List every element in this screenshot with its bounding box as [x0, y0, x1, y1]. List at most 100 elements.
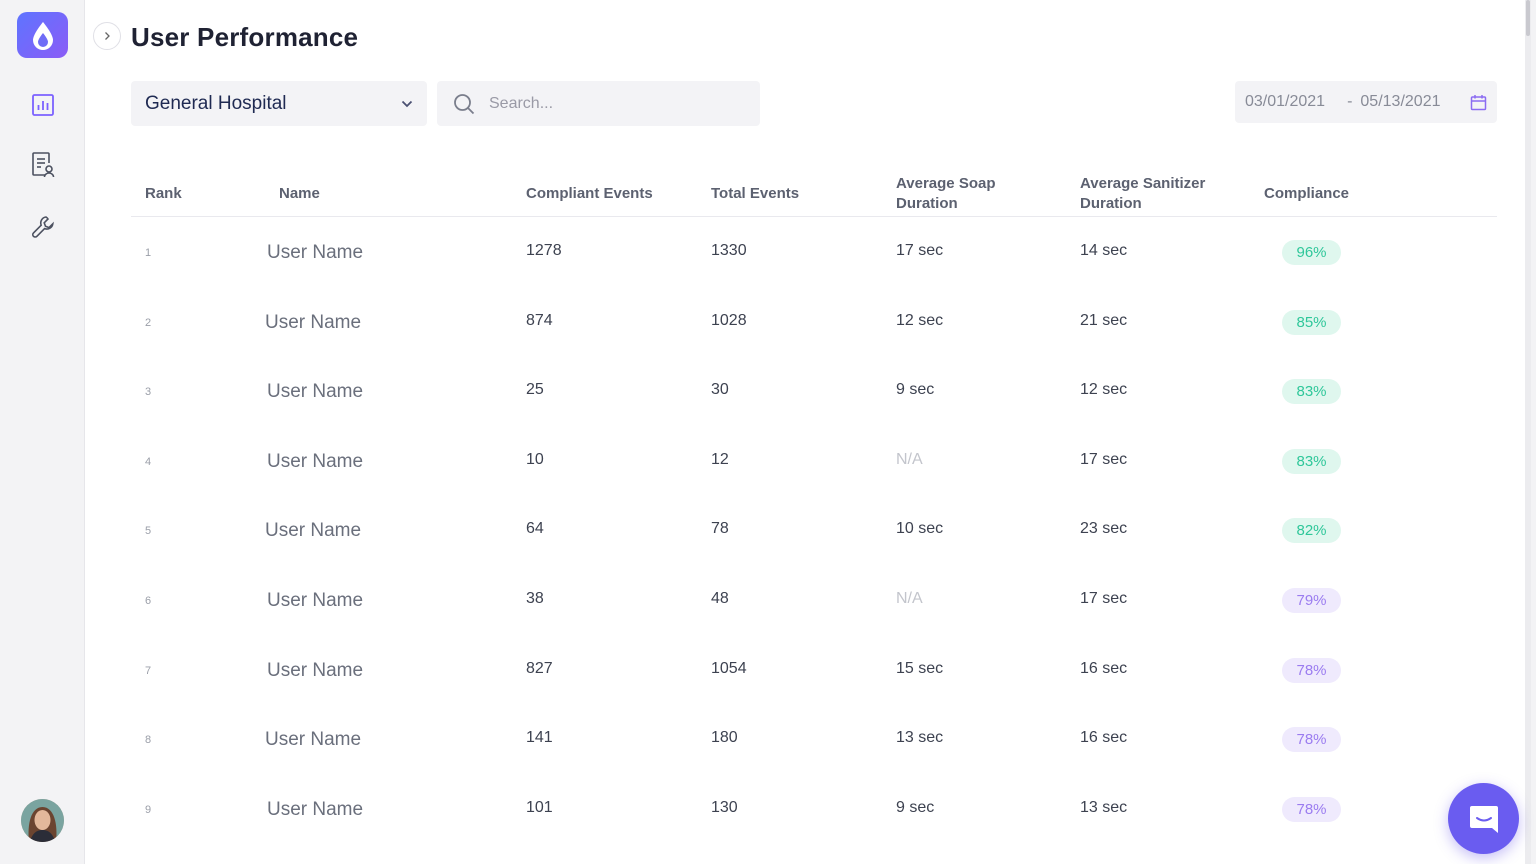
cell-soap-duration: 12 sec	[896, 311, 944, 329]
cell-compliant-events: 10	[526, 450, 544, 468]
calendar-icon	[1470, 94, 1487, 110]
nav-user-reports[interactable]	[28, 150, 58, 180]
sidebar-toggle-button[interactable]	[93, 22, 121, 50]
header-total-events[interactable]: Total Events	[711, 184, 799, 204]
cell-sanitizer-duration: 12 sec	[1080, 381, 1128, 399]
date-start[interactable]: 03/01/2021	[1245, 93, 1325, 111]
cell-compliant-events: 64	[526, 520, 544, 538]
date-separator: -	[1347, 93, 1353, 110]
cell-sanitizer-duration: 17 sec	[1080, 450, 1128, 468]
cell-soap-duration: 9 sec	[896, 381, 935, 399]
date-range-picker[interactable]: 03/01/2021 - 05/13/2021	[1235, 81, 1497, 123]
header-compliance[interactable]: Compliance	[1264, 184, 1349, 204]
cell-total-events: 30	[711, 381, 729, 399]
compliance-badge: 83%	[1282, 379, 1341, 405]
cell-compliant-events: 101	[526, 798, 553, 816]
header-name[interactable]: Name	[279, 184, 320, 204]
cell-user-name[interactable]: User Name	[267, 381, 363, 403]
header-soap-line2: Duration	[896, 195, 958, 212]
wrench-icon	[32, 216, 54, 238]
header-rank[interactable]: Rank	[145, 184, 182, 204]
compliance-badge: 82%	[1282, 518, 1341, 544]
cell-user-name[interactable]: User Name	[267, 590, 363, 612]
cell-soap-duration: 15 sec	[896, 659, 944, 677]
search-input[interactable]	[487, 93, 731, 114]
chat-launcher-button[interactable]	[1448, 783, 1519, 854]
scrollbar[interactable]	[1525, 0, 1531, 864]
header-sanitizer-line1: Average Sanitizer	[1080, 175, 1206, 192]
table-body: 1 User Name 1278 1330 17 sec 14 sec 96% 2 User N…	[131, 217, 1497, 843]
compliance-badge: 96%	[1282, 240, 1341, 265]
cell-rank: 6	[145, 594, 152, 607]
cell-user-name[interactable]: User Name	[267, 451, 363, 473]
search-icon	[454, 93, 475, 114]
table-row[interactable]: 3 User Name 25 30 9 sec 12 sec 83%	[131, 356, 1497, 426]
table-row[interactable]: 5 User Name 64 78 10 sec 23 sec 82%	[131, 495, 1497, 565]
cell-soap-duration: 17 sec	[896, 242, 944, 259]
compliance-badge: 85%	[1282, 309, 1341, 335]
cell-compliant-events: 1278	[526, 242, 562, 259]
cell-rank: 9	[145, 803, 152, 816]
chevron-right-icon	[105, 32, 110, 40]
table-row[interactable]: 6 User Name 38 48 N/A 17 sec 79%	[131, 565, 1497, 635]
cell-total-events: 130	[711, 798, 738, 816]
water-drop-icon	[32, 22, 53, 50]
cell-rank: 3	[145, 386, 152, 399]
cell-total-events: 1028	[711, 311, 747, 329]
cell-total-events: 12	[711, 450, 729, 468]
date-end[interactable]: 05/13/2021	[1360, 93, 1440, 111]
cell-rank: 4	[145, 455, 152, 468]
cell-user-name[interactable]: User Name	[265, 312, 361, 334]
table-row[interactable]: 8 User Name 141 180 13 sec 16 sec 78%	[131, 704, 1497, 774]
header-average-soap-duration[interactable]: Average Soap Duration	[896, 174, 996, 214]
cell-sanitizer-duration: 13 sec	[1080, 798, 1128, 816]
bar-chart-icon	[32, 94, 54, 116]
cell-total-events: 48	[711, 589, 729, 607]
cell-compliant-events: 38	[526, 589, 544, 607]
cell-total-events: 1054	[711, 659, 747, 677]
cell-rank: 8	[145, 734, 152, 747]
table-row[interactable]: 1 User Name 1278 1330 17 sec 14 sec 96%	[131, 217, 1497, 287]
header-average-sanitizer-duration[interactable]: Average Sanitizer Duration	[1080, 174, 1205, 214]
nav-settings[interactable]	[28, 212, 58, 242]
cell-sanitizer-duration: 17 sec	[1080, 589, 1128, 607]
table-header: Rank Name Compliant Events Total Events …	[131, 170, 1497, 217]
cell-soap-duration: 13 sec	[896, 729, 944, 747]
cell-total-events: 1330	[711, 242, 747, 259]
cell-soap-duration: N/A	[896, 450, 923, 468]
cell-soap-duration: N/A	[896, 589, 923, 607]
page-title: User Performance	[131, 22, 359, 52]
cell-soap-duration: 10 sec	[896, 520, 944, 538]
cell-rank: 7	[145, 664, 152, 677]
cell-total-events: 78	[711, 520, 729, 538]
sidebar	[0, 0, 84, 864]
calendar-button[interactable]	[1470, 94, 1487, 111]
cell-compliant-events: 827	[526, 659, 553, 677]
chevron-down-icon	[401, 100, 413, 107]
nav-dashboard[interactable]	[28, 90, 58, 120]
app-logo[interactable]	[17, 12, 68, 58]
chat-icon	[1469, 805, 1498, 833]
compliance-badge: 83%	[1282, 448, 1341, 474]
user-avatar[interactable]	[21, 799, 64, 842]
cell-user-name[interactable]: User Name	[267, 660, 363, 682]
report-user-icon	[32, 152, 55, 178]
cell-user-name[interactable]: User Name	[267, 799, 363, 821]
compliance-badge: 78%	[1282, 657, 1341, 683]
header-compliant-events[interactable]: Compliant Events	[526, 184, 653, 204]
cell-user-name[interactable]: User Name	[265, 520, 361, 542]
cell-user-name[interactable]: User Name	[267, 242, 363, 264]
table-row[interactable]: 4 User Name 10 12 N/A 17 sec 83%	[131, 426, 1497, 496]
cell-sanitizer-duration: 14 sec	[1080, 242, 1128, 259]
compliance-badge: 78%	[1282, 796, 1341, 822]
table-row[interactable]: 2 User Name 874 1028 12 sec 21 sec 85%	[131, 287, 1497, 357]
table-row[interactable]: 7 User Name 827 1054 15 sec 16 sec 78%	[131, 635, 1497, 705]
cell-user-name[interactable]: User Name	[265, 729, 361, 751]
cell-rank: 1	[145, 247, 152, 259]
compliance-badge: 79%	[1282, 587, 1341, 613]
cell-compliant-events: 25	[526, 381, 544, 399]
user-performance-table: Rank Name Compliant Events Total Events …	[131, 170, 1497, 843]
table-row[interactable]: 9 User Name 101 130 9 sec 13 sec 78%	[131, 774, 1497, 844]
cell-rank: 5	[145, 525, 152, 538]
hospital-select[interactable]: General Hospital	[131, 81, 427, 126]
